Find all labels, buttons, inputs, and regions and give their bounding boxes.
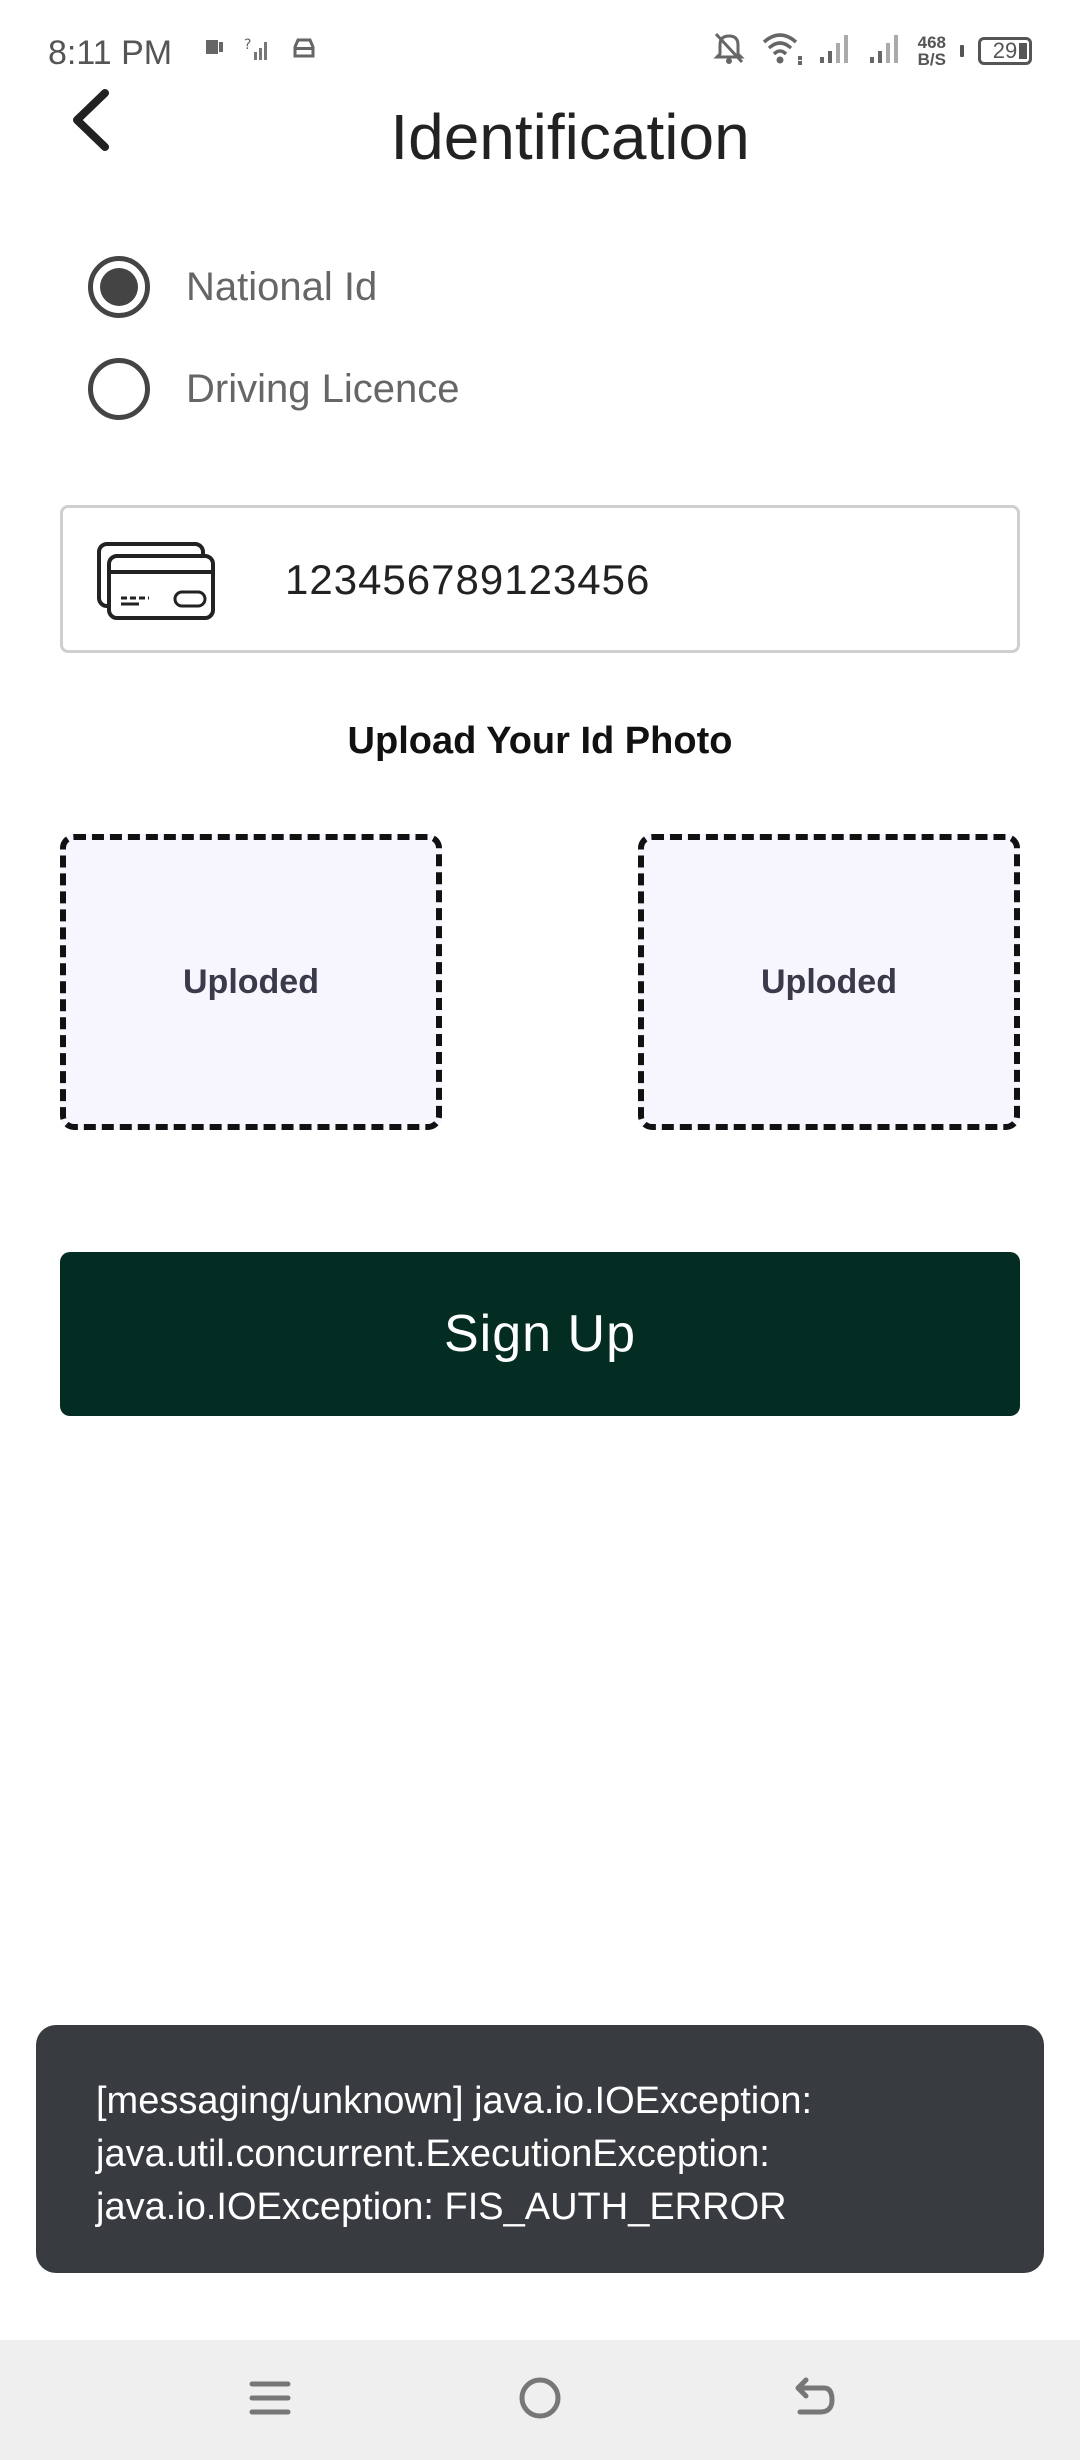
system-nav-bar — [0, 2340, 1080, 2460]
upload-back-status: Uploded — [761, 962, 897, 1001]
back-arrow-icon — [788, 2374, 836, 2427]
status-left-icons: ? — [204, 36, 318, 67]
signal-icon — [818, 31, 854, 70]
toast-line: java.util.concurrent.ExecutionException: — [96, 2133, 770, 2175]
status-right-icons: 468 B/S 29 — [712, 30, 1032, 71]
radio-dot — [100, 268, 138, 306]
back-nav-button[interactable] — [780, 2368, 844, 2432]
radio-button[interactable] — [88, 358, 150, 420]
status-time: 8:11 PM — [48, 34, 173, 72]
radio-national-id[interactable]: National Id — [88, 256, 377, 318]
network-speed: 468 B/S — [918, 34, 946, 68]
no-sim-icon: ? — [244, 36, 272, 67]
network-speed-value: 468 — [917, 32, 946, 52]
car-icon — [290, 36, 318, 67]
notification-icon — [204, 36, 226, 67]
page-title: Identification — [390, 101, 750, 173]
toast-line: java.io.IOException: FIS_AUTH_ERROR — [96, 2186, 787, 2228]
toast-line: [messaging/unknown] java.io.IOException: — [96, 2080, 813, 2122]
status-bar: 8:11 PM ? 468 B/S 29 — [0, 0, 1080, 100]
signal-icon — [868, 31, 904, 70]
battery-level: 29 — [992, 37, 1018, 63]
wifi-icon — [760, 30, 804, 71]
battery-nub — [960, 44, 964, 57]
id-number-field[interactable]: 123456789123456 — [60, 505, 1020, 653]
radio-label-driving-licence: Driving Licence — [186, 366, 460, 411]
recent-apps-button[interactable] — [238, 2368, 302, 2432]
radio-label-national-id: National Id — [186, 264, 378, 309]
home-button[interactable] — [508, 2368, 572, 2432]
network-speed-unit: B/S — [917, 49, 946, 69]
error-toast: [messaging/unknown] java.io.IOException:… — [36, 2025, 1044, 2273]
sign-up-button[interactable]: Sign Up — [60, 1252, 1020, 1416]
upload-front-status: Uploded — [183, 962, 319, 1001]
upload-front-photo[interactable]: Uploded — [60, 834, 442, 1130]
upload-heading: Upload Your Id Photo — [347, 720, 733, 762]
id-number-value: 123456789123456 — [285, 556, 651, 603]
svg-text:?: ? — [244, 37, 251, 53]
bell-off-icon — [712, 30, 746, 71]
radio-button-selected[interactable] — [88, 256, 150, 318]
menu-icon — [248, 2376, 292, 2425]
credit-card-icon — [95, 540, 215, 627]
battery-icon: 29 — [978, 36, 1032, 65]
home-circle-icon — [517, 2375, 563, 2426]
upload-back-photo[interactable]: Uploded — [638, 834, 1020, 1130]
radio-driving-licence[interactable]: Driving Licence — [88, 358, 459, 420]
